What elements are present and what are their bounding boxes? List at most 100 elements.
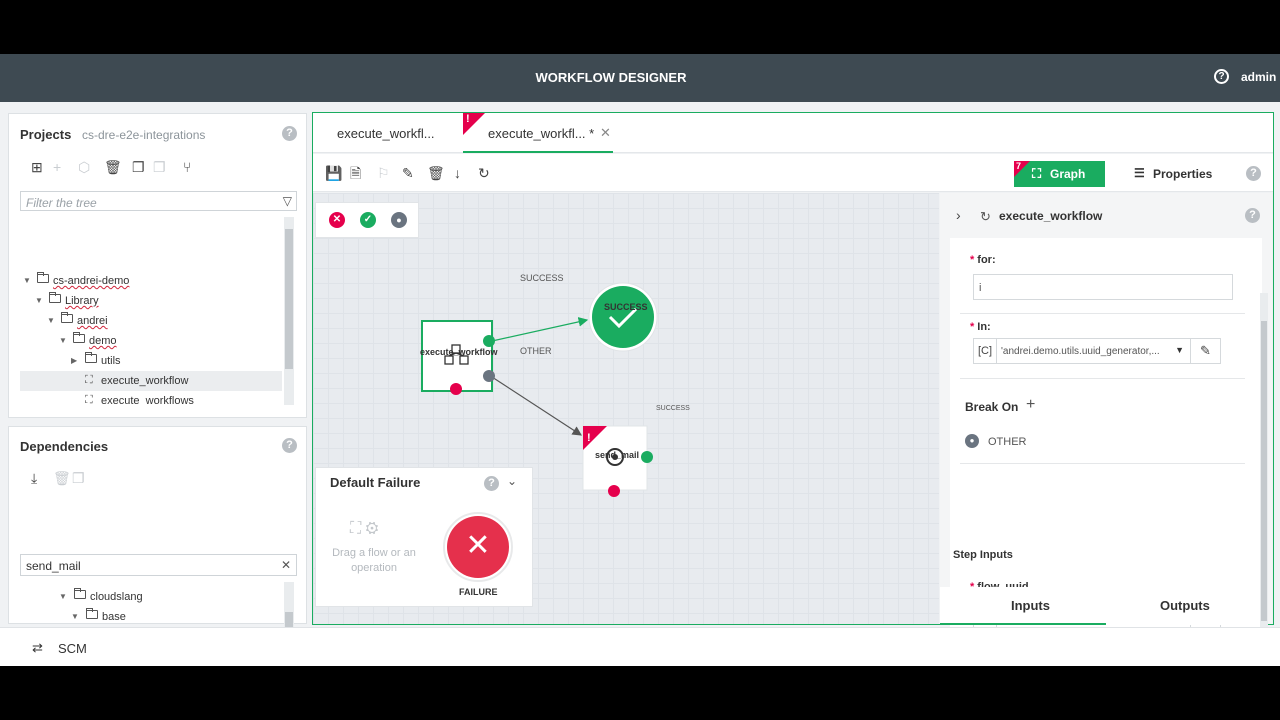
tree-item[interactable]: ▼ cs-andrei-demo (20, 271, 282, 291)
properties-help-icon[interactable]: ? (1245, 208, 1260, 223)
scm-icon[interactable]: ⇄ (32, 640, 43, 656)
node-other-port[interactable] (483, 370, 495, 382)
loop-icon: ↻ (980, 209, 991, 224)
in-input[interactable]: [C] 'andrei.demo.utils.uuid_generator,..… (973, 338, 1191, 364)
edge-other-label: OTHER (520, 346, 552, 356)
tree-item-label: cloudslang (90, 591, 143, 603)
step-inputs-label: Step Inputs (953, 549, 1013, 561)
properties-bottom-tabs: Inputs Outputs (940, 587, 1256, 625)
chevron-down-icon[interactable]: ▼ (59, 336, 67, 345)
projects-scroll-thumb[interactable] (285, 229, 293, 369)
user-menu[interactable]: admin (1241, 70, 1276, 84)
error-flag: ! (463, 113, 485, 135)
properties-scroll-thumb[interactable] (1261, 321, 1267, 621)
for-input[interactable]: i (973, 274, 1233, 300)
edge-success-label: SUCCESS (520, 273, 564, 283)
send-mail-node-label: send_mail (595, 450, 640, 460)
properties-panel: › ↻ execute_workflow ? * for: i * In: [C] … (940, 193, 1272, 648)
folder-icon (74, 588, 86, 602)
edit-icon[interactable]: ✎ (1191, 338, 1221, 364)
dependencies-help-icon[interactable]: ? (282, 438, 297, 453)
chevron-down-icon[interactable]: ▼ (71, 612, 79, 621)
node-success-port[interactable] (483, 335, 495, 347)
flow-icon: ⛶ (85, 394, 93, 405)
tree-item[interactable]: ⛶ execute_workflow (20, 371, 282, 391)
tree-item[interactable]: ▼ base (20, 607, 282, 627)
for-value: i (979, 282, 982, 294)
tree-item[interactable]: ▼ Library (20, 291, 282, 311)
send-mail-success-port[interactable] (641, 451, 653, 463)
filter-icon[interactable]: ▽ (283, 194, 292, 208)
edit-icon[interactable]: ✎ (402, 165, 414, 181)
send-mail-success-label: SUCCESS (656, 405, 690, 412)
tab-inputs[interactable]: Inputs (940, 587, 1106, 625)
tab-execute-workflow-1[interactable]: execute_workfl... (313, 113, 461, 153)
send-mail-failure-port[interactable] (608, 485, 620, 497)
refresh-icon[interactable]: ↻ (478, 165, 490, 181)
flag-icon[interactable]: ⚐ (377, 165, 390, 181)
for-label-text: for: (977, 254, 996, 266)
tree-item-label: execute_workflow (101, 375, 189, 387)
properties-label: Properties (1153, 167, 1213, 181)
tree-item-label: Library (65, 295, 99, 307)
custom-result-icon: ● (965, 434, 979, 448)
add-break-on-icon[interactable]: + (1026, 396, 1035, 414)
folder-icon (61, 312, 73, 326)
chevron-down-icon[interactable]: ▼ (35, 296, 43, 305)
outputs-tab-label: Outputs (1160, 598, 1210, 613)
dependencies-panel: Dependencies ? ⤓ 🗑 ❐ send_mail ✕ ▼ clouds… (8, 426, 307, 664)
failure-end-node[interactable]: ✕ (447, 516, 509, 578)
divider (960, 378, 1245, 379)
delete-icon[interactable]: 🗑 (427, 165, 445, 181)
chevron-right-icon[interactable]: ▶ (71, 356, 77, 365)
chevron-right-icon[interactable]: › (956, 207, 961, 223)
document-icon[interactable]: 🗎 (350, 165, 361, 181)
dropdown-arrow-icon[interactable]: ▼ (1175, 345, 1184, 355)
scm-label[interactable]: SCM (58, 641, 87, 656)
tab-execute-workflow-2[interactable]: ! execute_workfl... * ✕ (463, 113, 613, 153)
tree-item-label: base (102, 611, 126, 623)
tree-item[interactable]: ⛶ execute_workflows (20, 391, 282, 405)
graph-badge-count: 7 (1016, 161, 1022, 171)
top-bar: WORKFLOW DESIGNER ? admin (0, 54, 1280, 102)
chevron-down-icon[interactable]: ⌄ (507, 474, 517, 488)
editor-tabs: execute_workfl... ! execute_workfl... * … (313, 113, 1273, 153)
projects-scrollbar[interactable] (284, 217, 294, 405)
success-node-label: SUCCESS (604, 302, 648, 312)
close-tab-icon[interactable]: ✕ (600, 125, 611, 141)
default-failure-help-icon[interactable]: ? (484, 476, 499, 491)
edge-success[interactable] (491, 317, 589, 342)
properties-scrollbar[interactable] (1260, 293, 1268, 635)
help-icon[interactable]: ? (1214, 69, 1229, 84)
projects-help-icon[interactable]: ? (282, 126, 297, 141)
edge-other[interactable] (491, 376, 583, 436)
tree-item-label: execute_workflows (101, 395, 194, 405)
properties-title: execute_workflow (999, 209, 1103, 223)
tree-item[interactable]: ▶ utils (20, 351, 282, 371)
for-label: * for: (970, 254, 996, 266)
tree-item[interactable]: ▼ andrei (20, 311, 282, 331)
success-end-node[interactable] (592, 286, 654, 348)
arrow-down-icon[interactable]: ↓ (454, 165, 461, 181)
graph-badge: 7 (1014, 161, 1030, 177)
tree-item[interactable]: ▼ cloudslang (20, 587, 282, 607)
error-mark: ! (466, 113, 470, 125)
tree-item[interactable]: ▼ demo (20, 331, 282, 351)
save-icon[interactable]: 💾 (325, 165, 342, 181)
graph-button[interactable]: 7 ⛶ Graph (1014, 161, 1105, 187)
code-prefix[interactable]: [C] (974, 339, 997, 363)
list-icon: ☰ (1134, 166, 1145, 180)
editor-toolbar: 💾 🗎 ⚐ ✎ 🗑 ↓ ↻ 7 ⛶ Graph ☰ Properties ? (313, 154, 1273, 192)
editor-help-icon[interactable]: ? (1246, 166, 1261, 181)
chevron-down-icon[interactable]: ▼ (23, 276, 31, 285)
folder-icon (86, 608, 98, 622)
graph-label: Graph (1050, 167, 1086, 181)
node-failure-port[interactable] (450, 383, 462, 395)
chevron-down-icon[interactable]: ▼ (47, 316, 55, 325)
chevron-down-icon[interactable]: ▼ (59, 592, 67, 601)
tree-item-label: utils (101, 355, 121, 367)
tab-label: execute_workfl... * (488, 126, 595, 141)
inputs-tab-label: Inputs (1011, 598, 1050, 613)
tab-outputs[interactable]: Outputs (1106, 587, 1256, 625)
in-label: * In: (970, 321, 991, 333)
